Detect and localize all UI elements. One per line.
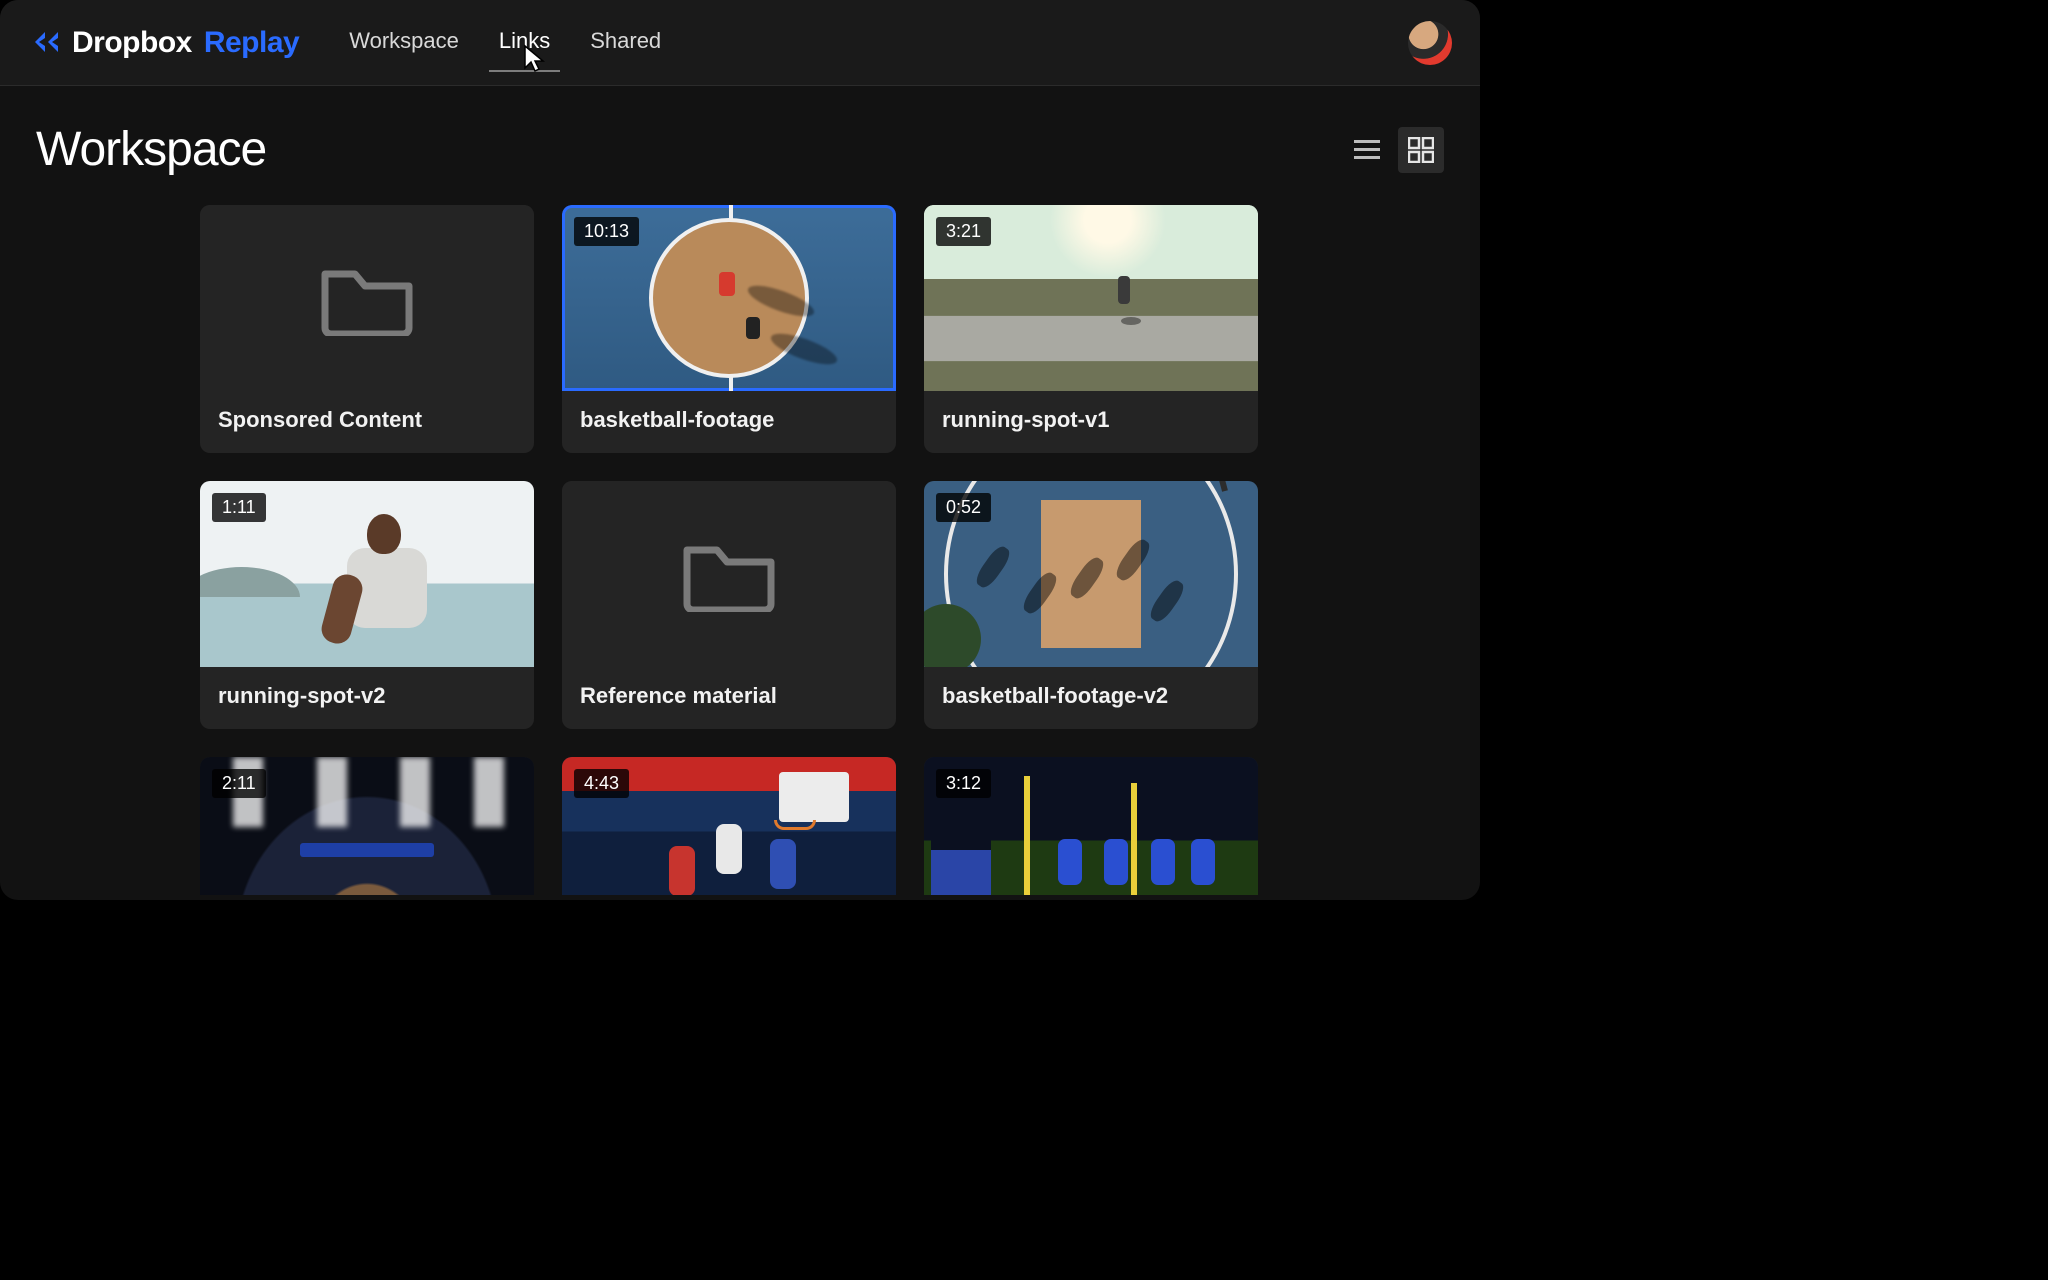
card-title: running-spot-v2 — [200, 667, 534, 729]
folder-card[interactable]: Sponsored Content — [200, 205, 534, 453]
nav-shared[interactable]: Shared — [590, 28, 661, 58]
video-thumbnail: 1:11 — [200, 481, 534, 667]
card-title: Sponsored Content — [200, 391, 534, 453]
dropbox-replay-logo-icon — [28, 28, 62, 58]
top-nav: Dropbox Replay Workspace Links Shared — [0, 0, 1480, 86]
video-thumbnail: 3:12 — [924, 757, 1258, 895]
folder-thumbnail — [200, 205, 534, 391]
card-title: Reference material — [562, 667, 896, 729]
video-thumbnail: 2:11 — [200, 757, 534, 895]
page-header: Workspace — [0, 86, 1480, 205]
brand-product: Replay — [204, 26, 299, 60]
card-title: basketball-footage — [562, 391, 896, 453]
video-card[interactable]: 3:12 — [924, 757, 1258, 895]
duration-badge: 10:13 — [574, 217, 639, 246]
page-title: Workspace — [36, 122, 266, 177]
grid-view-button[interactable] — [1398, 127, 1444, 173]
video-card[interactable]: 3:21 running-spot-v1 — [924, 205, 1258, 453]
nav-links-tab[interactable]: Links — [499, 28, 550, 58]
duration-badge: 4:43 — [574, 769, 629, 798]
folder-icon — [319, 256, 415, 341]
video-card[interactable]: 0:52 basketball-footage-v2 — [924, 481, 1258, 729]
video-thumbnail: 4:43 — [562, 757, 896, 895]
folder-thumbnail — [562, 481, 896, 667]
video-thumbnail: 3:21 — [924, 205, 1258, 391]
avatar[interactable] — [1408, 21, 1452, 65]
list-icon — [1353, 138, 1381, 162]
duration-badge: 1:11 — [212, 493, 266, 522]
video-thumbnail: 10:13 — [562, 205, 896, 391]
nav-links: Workspace Links Shared — [349, 28, 661, 58]
video-card[interactable]: 1:11 running-spot-v2 — [200, 481, 534, 729]
folder-card[interactable]: Reference material — [562, 481, 896, 729]
duration-badge: 3:12 — [936, 769, 991, 798]
brand-name: Dropbox — [72, 26, 192, 60]
video-card[interactable]: 4:43 — [562, 757, 896, 895]
brand[interactable]: Dropbox Replay — [28, 26, 299, 60]
video-card[interactable]: 10:13 basketball-footage — [562, 205, 896, 453]
duration-badge: 2:11 — [212, 769, 266, 798]
duration-badge: 3:21 — [936, 217, 991, 246]
list-view-button[interactable] — [1344, 127, 1390, 173]
card-title: running-spot-v1 — [924, 391, 1258, 453]
workspace-grid: Sponsored Content 10:13 basketball-foota… — [200, 205, 1480, 895]
nav-workspace[interactable]: Workspace — [349, 28, 459, 58]
view-toggle — [1344, 127, 1444, 173]
duration-badge: 0:52 — [936, 493, 991, 522]
video-thumbnail: 0:52 — [924, 481, 1258, 667]
video-card[interactable]: 2:11 — [200, 757, 534, 895]
folder-icon — [681, 532, 777, 617]
card-title: basketball-footage-v2 — [924, 667, 1258, 729]
grid-icon — [1408, 137, 1434, 163]
